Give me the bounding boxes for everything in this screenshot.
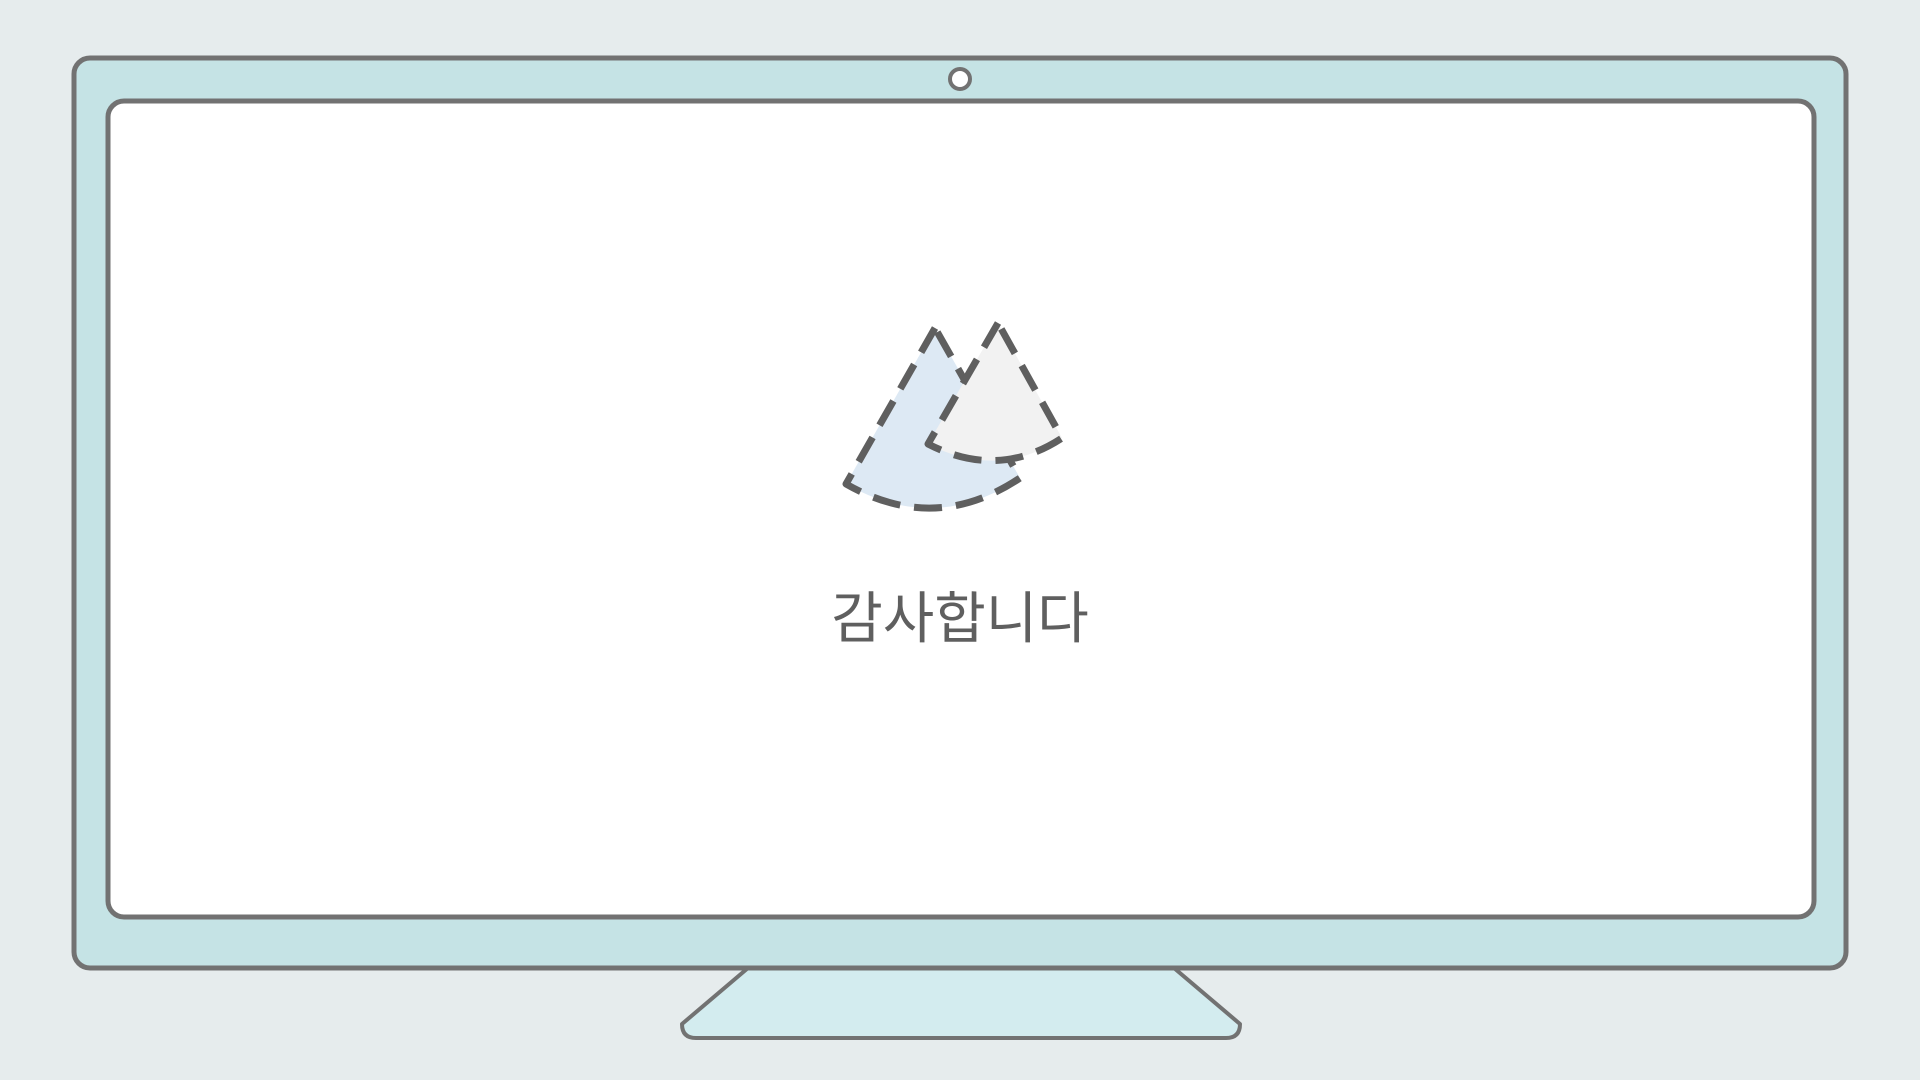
monitor-illustration: 감사합니다 [0,0,1920,1080]
monitor-screen [105,98,1817,920]
slide-caption: 감사합니다 [831,587,1089,652]
monitor-stand [680,966,1242,1040]
monitor-svg [71,55,1849,1040]
webcam-icon [948,67,972,91]
